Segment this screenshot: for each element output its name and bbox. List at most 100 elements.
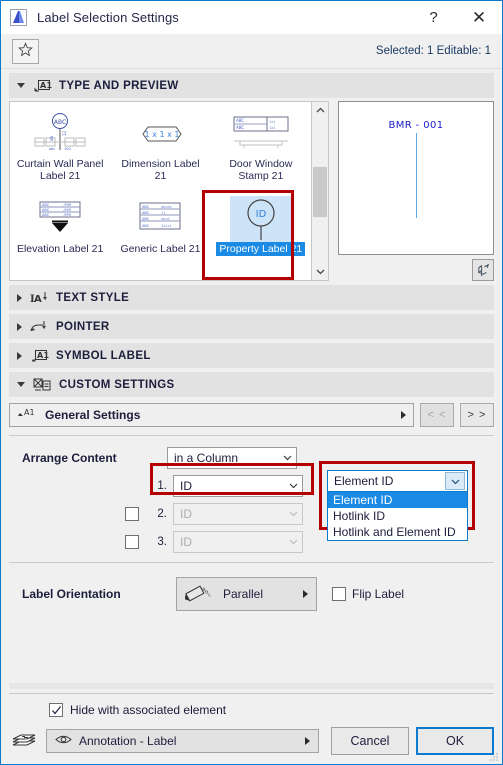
section-header-custom-settings[interactable]: CUSTOM SETTINGS xyxy=(9,372,494,397)
label-type-list[interactable]: ABC ab 12 abc 100 Curtain Wall Panel Lab… xyxy=(9,101,312,281)
svg-text:ABC: ABC xyxy=(142,224,150,228)
general-settings-label: General Settings xyxy=(45,408,141,422)
svg-text:abcd: abcd xyxy=(161,217,170,221)
dropdown-option-list[interactable]: Element ID Hotlink ID Hotlink and Elemen… xyxy=(327,492,468,541)
svg-text:1x1: 1x1 xyxy=(269,126,276,130)
parallel-orientation-icon: a b c xyxy=(184,582,215,607)
label-orientation-label: Label Orientation xyxy=(22,587,121,601)
content-value-3: ID xyxy=(180,534,192,549)
footer-actions: Annotation - Label Cancel OK xyxy=(9,720,494,764)
general-settings-selector[interactable]: A1 General Settings xyxy=(9,403,414,427)
arrange-content-row: Arrange Content in a Column xyxy=(9,445,494,470)
next-page-button[interactable]: > > xyxy=(460,403,494,427)
label-type-item-dimension[interactable]: 1 x 1 x 1 Dimension Label 21 xyxy=(110,104,210,189)
cancel-button[interactable]: Cancel xyxy=(331,727,409,755)
chevron-down-icon xyxy=(288,536,299,547)
hide-with-associated-element-checkbox[interactable] xyxy=(49,703,63,717)
section-title: TYPE AND PREVIEW xyxy=(59,79,179,92)
content-select-1[interactable]: ID xyxy=(173,474,303,497)
content-row-3-checkbox[interactable] xyxy=(125,534,139,549)
label-type-scrollbar[interactable] xyxy=(312,101,329,281)
dropdown-option-element-id[interactable]: Element ID xyxy=(328,492,467,508)
hide-with-associated-element-label: Hide with associated element xyxy=(70,703,227,717)
custom-settings-body: A1 General Settings < < > > Arrange Cont… xyxy=(9,397,494,611)
symbol-label-icon: A1 xyxy=(29,348,49,364)
curtain-wall-panel-label-thumb: ABC ab 12 abc 100 xyxy=(10,111,110,157)
section-header-text-label[interactable]: A1 TEXT LABEL xyxy=(9,683,494,689)
svg-text:ABC: ABC xyxy=(142,205,150,209)
divider xyxy=(9,693,494,694)
pointer-icon xyxy=(29,319,49,335)
row-checkbox-slot xyxy=(9,534,150,549)
dropdown-option-hotlink-and-element-id[interactable]: Hotlink and Element ID xyxy=(328,524,467,540)
general-settings-row: A1 General Settings < < > > xyxy=(9,403,494,427)
flip-label-checkbox[interactable] xyxy=(332,587,346,601)
star-icon xyxy=(17,42,34,60)
preview-label-text: BMR - 001 xyxy=(388,120,444,131)
label-type-item-curtain-wall-panel[interactable]: ABC ab 12 abc 100 Curtain Wall Panel Lab… xyxy=(10,104,110,189)
dialog-footer: Hide with associated element Annotation … xyxy=(1,689,502,764)
eye-icon xyxy=(55,734,72,748)
svg-text:ABC: ABC xyxy=(142,217,150,221)
svg-text:1 x 1 x 1: 1 x 1 x 1 xyxy=(145,130,180,139)
dialog-content: A1 TYPE AND PREVIEW ABC ab 12 abc 100 Cu… xyxy=(1,69,502,689)
label-orientation-row: Label Orientation a b c Parallel Flip La… xyxy=(9,577,494,611)
content-row-2-checkbox[interactable] xyxy=(125,506,139,521)
archicad-icon xyxy=(10,9,27,26)
selection-status: Selected: 1 Editable: 1 xyxy=(375,45,491,57)
svg-text:ABC: ABC xyxy=(42,203,50,207)
arrange-layout-select[interactable]: in a Column xyxy=(167,446,297,469)
info-bar: Selected: 1 Editable: 1 xyxy=(1,34,502,69)
ok-button[interactable]: OK xyxy=(416,727,494,755)
svg-text:A1: A1 xyxy=(24,408,35,417)
chevron-down-icon xyxy=(17,382,25,387)
content-value-1: ID xyxy=(180,478,192,493)
label-type-name: Curtain Wall Panel Label 21 xyxy=(16,158,104,182)
label-type-item-door-window-stamp[interactable]: ABC ABC 1x1 1x1 Door Window Stamp 21 xyxy=(211,104,311,189)
previous-page-button[interactable]: < < xyxy=(420,403,454,427)
text-label-icon: A1 xyxy=(29,688,49,690)
section-header-text-style[interactable]: I A TEXT STYLE xyxy=(9,285,494,310)
element-id-dropdown[interactable]: Element ID Element ID Hotlink ID Hotlink… xyxy=(327,470,468,541)
section-header-pointer[interactable]: POINTER xyxy=(9,314,494,339)
scrollbar-track[interactable] xyxy=(312,119,328,263)
content-select-2[interactable]: ID xyxy=(173,502,303,525)
label-orientation-selector[interactable]: a b c Parallel xyxy=(176,577,317,611)
resize-grip[interactable] xyxy=(489,751,499,761)
chevron-down-icon[interactable] xyxy=(445,472,465,490)
layer-selector[interactable]: Annotation - Label xyxy=(46,729,319,753)
scrollbar-thumb[interactable] xyxy=(313,167,327,217)
chevron-right-icon xyxy=(305,737,310,745)
help-button[interactable]: ? xyxy=(411,1,456,34)
arrange-layout-value: in a Column xyxy=(174,450,239,465)
layers-icon xyxy=(9,730,39,752)
section-title: TEXT STYLE xyxy=(56,291,130,304)
elevation-label-thumb: ABC ABC ABC -999 -999 -999 xyxy=(10,196,110,242)
chevron-down-icon[interactable] xyxy=(312,263,328,280)
property-label-thumb: ID xyxy=(229,196,292,242)
content-row-number: 2. xyxy=(157,507,167,520)
close-button[interactable]: ✕ xyxy=(456,1,502,34)
label-type-item-elevation[interactable]: ABC ABC ABC -999 -999 -999 Elevation Lab… xyxy=(10,189,110,274)
axonometric-view-icon[interactable] xyxy=(472,259,494,281)
section-header-type-and-preview[interactable]: A1 TYPE AND PREVIEW xyxy=(9,73,494,98)
chevron-down-icon xyxy=(288,508,299,519)
hide-with-associated-element-option[interactable]: Hide with associated element xyxy=(9,700,494,720)
section-header-symbol-label[interactable]: A1 SYMBOL LABEL xyxy=(9,343,494,368)
chevron-up-icon[interactable] xyxy=(312,102,328,119)
content-select-3[interactable]: ID xyxy=(173,530,303,553)
label-type-item-generic[interactable]: ABC ABC ABC ABC abcde 11 abcd 1x1x1 Gene… xyxy=(110,189,210,274)
label-orientation-value: Parallel xyxy=(223,587,264,601)
flip-label-option[interactable]: Flip Label xyxy=(332,587,404,601)
layer-value: Annotation - Label xyxy=(79,734,177,748)
section-title: POINTER xyxy=(56,320,110,333)
door-window-stamp-thumb: ABC ABC 1x1 1x1 xyxy=(211,111,311,157)
preview-canvas: BMR - 001 xyxy=(338,101,494,255)
label-type-item-property[interactable]: ID Property Label 21 xyxy=(211,189,311,274)
content-row-number: 3. xyxy=(157,535,167,548)
svg-text:c: c xyxy=(207,592,212,599)
dropdown-selected-value-box[interactable]: Element ID xyxy=(327,470,468,492)
dropdown-option-hotlink-id[interactable]: Hotlink ID xyxy=(328,508,467,524)
favorites-button[interactable] xyxy=(12,38,39,64)
svg-text:100: 100 xyxy=(64,147,71,151)
